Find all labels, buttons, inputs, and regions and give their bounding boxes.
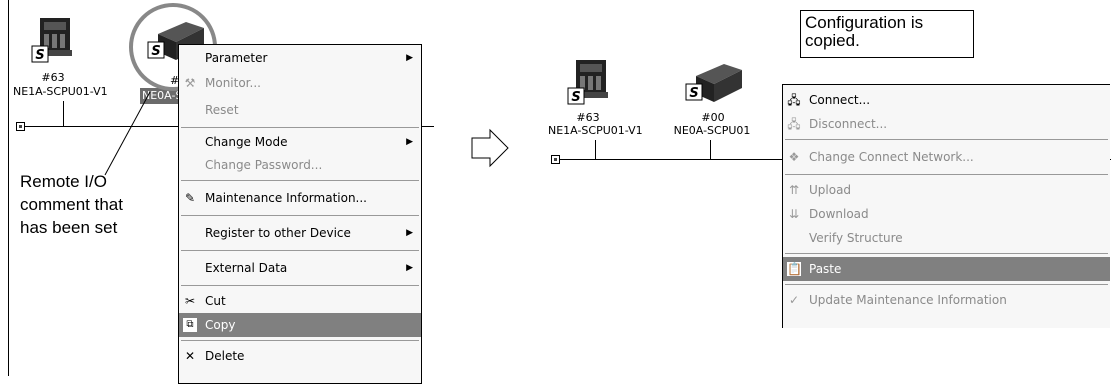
device-model: NE0A-SCPU01 [673, 124, 751, 137]
menu-item-label: Change Mode [205, 135, 288, 149]
menu-item-label: Download [809, 207, 869, 221]
connect-icon: 🖧 [787, 93, 801, 107]
download-icon: ⇊ [788, 207, 800, 221]
pencil-icon: ✎ [184, 191, 196, 205]
menu-separator [181, 285, 419, 286]
svg-text:S: S [689, 86, 698, 101]
annotation-line: has been set [20, 218, 118, 237]
menu-item-label: Disconnect... [809, 117, 888, 131]
menu-item-label: Connect... [809, 93, 871, 107]
device-number: #63 [41, 71, 65, 84]
network-bus [560, 159, 782, 160]
menu-item-update-maintenance-information[interactable]: ✓ Update Maintenance Information [783, 288, 1110, 312]
terminator-icon [551, 155, 560, 164]
device-number: #00 [701, 111, 725, 124]
network-bus [420, 126, 434, 127]
menu-item-label: Change Connect Network... [809, 150, 974, 164]
svg-text:S: S [35, 48, 44, 63]
annotation-line: comment that [20, 195, 123, 214]
paste-icon: 📋 [787, 262, 802, 276]
menu-item-label: Paste [809, 262, 842, 276]
menu-item-monitor[interactable]: ⚒ Monitor... [179, 71, 421, 96]
note-box: Configuration is copied. [800, 10, 974, 58]
submenu-arrow-icon: ▶ [406, 53, 413, 63]
terminator-icon [16, 122, 25, 131]
menu-item-parameter[interactable]: Parameter ▶ [179, 45, 421, 71]
menu-item-download[interactable]: ⇊ Download [783, 202, 1110, 226]
menu-item-reset[interactable]: Reset [179, 96, 421, 124]
menu-item-delete[interactable]: ✕ Delete [179, 344, 421, 368]
annotation-line: Remote I/O [20, 172, 107, 191]
menu-item-connect[interactable]: 🖧 Connect... [783, 88, 1110, 112]
menu-item-label: Verify Structure [809, 231, 903, 245]
menu-item-external-data[interactable]: External Data ▶ [179, 254, 421, 282]
device-number: #63 [576, 111, 600, 124]
bus-tap [63, 101, 64, 126]
device-model: NE1A-SCPU01-V1 [548, 124, 643, 137]
menu-separator [181, 127, 419, 128]
controller-device-icon[interactable]: S [566, 58, 612, 110]
menu-item-label: Change Password... [205, 158, 323, 172]
menu-item-label: Update Maintenance Information [809, 293, 1007, 307]
menu-item-disconnect[interactable]: 🖧 Disconnect... [783, 112, 1110, 136]
panel-border [8, 0, 9, 376]
menu-item-label: Maintenance Information... [205, 191, 367, 205]
menu-separator [785, 139, 1108, 140]
svg-text:S: S [571, 90, 580, 105]
controller-device-icon[interactable]: S [30, 16, 76, 68]
menu-item-label: Monitor... [205, 76, 261, 90]
right-arrow-icon [471, 128, 509, 168]
context-menu: 🖧 Connect... 🖧 Disconnect... ❖ Change Co… [782, 84, 1110, 328]
network-icon: ❖ [788, 150, 800, 164]
menu-item-label: External Data [205, 261, 288, 275]
menu-separator [785, 284, 1108, 285]
device-model: NE1A-SCPU01-V1 [13, 85, 108, 98]
menu-item-label: Reset [205, 103, 239, 117]
menu-item-verify-structure[interactable]: Verify Structure [783, 226, 1110, 250]
menu-item-label: Upload [809, 183, 852, 197]
note-line: copied. [805, 31, 860, 50]
note-line: Configuration is [805, 13, 924, 32]
menu-item-copy[interactable]: ⧉ Copy [179, 313, 421, 337]
leader-line [104, 91, 151, 176]
menu-item-label: Cut [205, 294, 226, 308]
submenu-arrow-icon: ▶ [406, 263, 413, 273]
monitor-icon: ⚒ [184, 76, 196, 90]
menu-item-change-mode[interactable]: Change Mode ▶ [179, 131, 421, 154]
menu-item-paste[interactable]: 📋 Paste [783, 257, 1110, 281]
scissors-icon: ✂ [184, 294, 196, 308]
menu-item-cut[interactable]: ✂ Cut [179, 289, 421, 313]
io-device-icon[interactable]: S [684, 56, 744, 108]
submenu-arrow-icon: ▶ [406, 137, 413, 147]
upload-icon: ⇈ [788, 183, 800, 197]
bus-tap [710, 140, 711, 159]
menu-item-label: Register to other Device [205, 226, 351, 240]
delete-icon: ✕ [184, 349, 196, 363]
menu-item-change-connect-network[interactable]: ❖ Change Connect Network... [783, 143, 1110, 171]
menu-item-label: Parameter [205, 51, 268, 65]
disconnect-icon: 🖧 [787, 117, 801, 131]
menu-separator [181, 215, 419, 216]
menu-item-label: Copy [205, 318, 236, 332]
menu-item-upload[interactable]: ⇈ Upload [783, 178, 1110, 202]
menu-item-register-to-other-device[interactable]: Register to other Device ▶ [179, 219, 421, 247]
bus-tap [595, 140, 596, 159]
menu-item-maintenance-information[interactable]: ✎ Maintenance Information... [179, 184, 421, 212]
menu-separator [181, 340, 419, 341]
update-icon: ✓ [788, 293, 800, 307]
copy-icon: ⧉ [183, 318, 197, 332]
submenu-arrow-icon: ▶ [406, 228, 413, 238]
menu-item-change-password[interactable]: Change Password... [179, 154, 421, 177]
menu-separator [785, 174, 1108, 175]
menu-separator [785, 253, 1108, 254]
context-menu: Parameter ▶ ⚒ Monitor... Reset Change Mo… [178, 44, 422, 384]
menu-item-label: Delete [205, 349, 245, 363]
menu-separator [181, 180, 419, 181]
menu-separator [181, 250, 419, 251]
